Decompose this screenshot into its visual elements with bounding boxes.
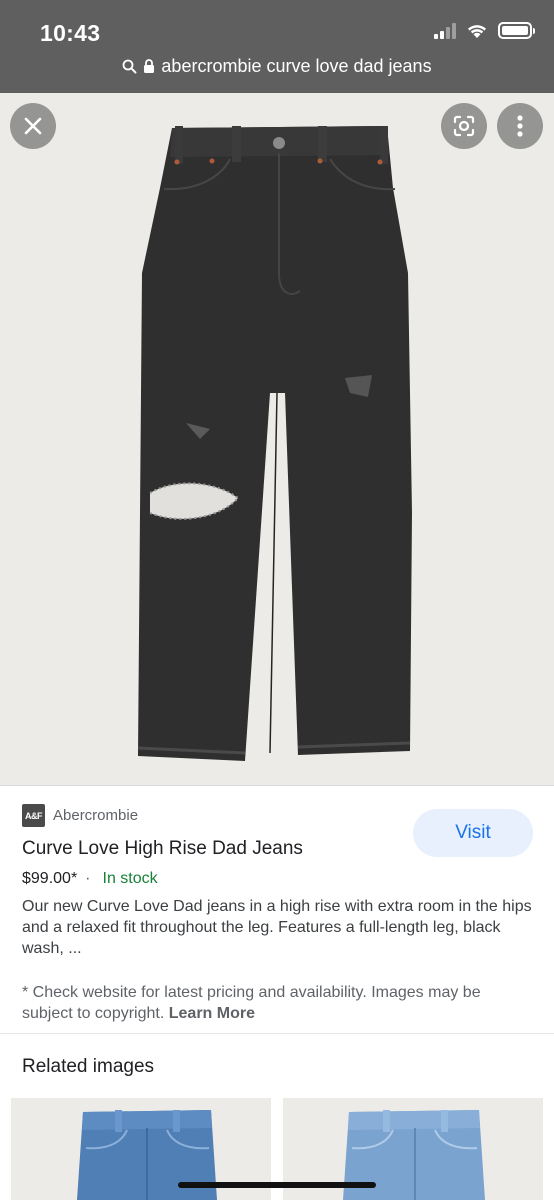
home-indicator[interactable] [178,1182,376,1188]
divider [0,1033,554,1034]
jeans-image [137,126,412,761]
learn-more-link[interactable]: Learn More [169,1005,255,1022]
close-icon [24,117,42,135]
more-options-button[interactable] [497,103,543,149]
lens-icon [453,115,475,137]
lock-icon [144,59,155,73]
separator-dot: · [85,870,91,887]
related-images-title: Related images [22,1056,155,1077]
disclaimer: * Check website for latest pricing and a… [22,982,534,1024]
close-button[interactable] [10,103,56,149]
source-row[interactable]: A&F Abercrombie [22,804,138,827]
product-description: Our new Curve Love Dad jeans in a high r… [22,898,532,957]
more-vert-icon [517,115,523,137]
address-bar[interactable]: abercrombie curve love dad jeans [0,56,554,77]
battery-icon [498,22,535,39]
url-text: abercrombie curve love dad jeans [161,56,432,76]
lens-search-button[interactable] [441,103,487,149]
product-title[interactable]: Curve Love High Rise Dad Jeans [22,838,303,860]
wifi-icon [468,25,486,38]
price-row: $99.00* · In stock [22,870,158,888]
browser-chrome: 10:43 abercrombie curve love dad jeans [0,0,554,93]
product-image[interactable] [0,93,554,786]
status-time: 10:43 [40,20,101,46]
source-logo: A&F [22,804,45,827]
source-name: Abercrombie [53,807,139,824]
cellular-signal-icon [434,22,456,39]
search-icon [123,59,137,74]
price: $99.00* [22,870,78,887]
stock-status: In stock [102,870,158,887]
visit-button[interactable]: Visit [413,809,533,857]
status-icons [434,22,535,39]
